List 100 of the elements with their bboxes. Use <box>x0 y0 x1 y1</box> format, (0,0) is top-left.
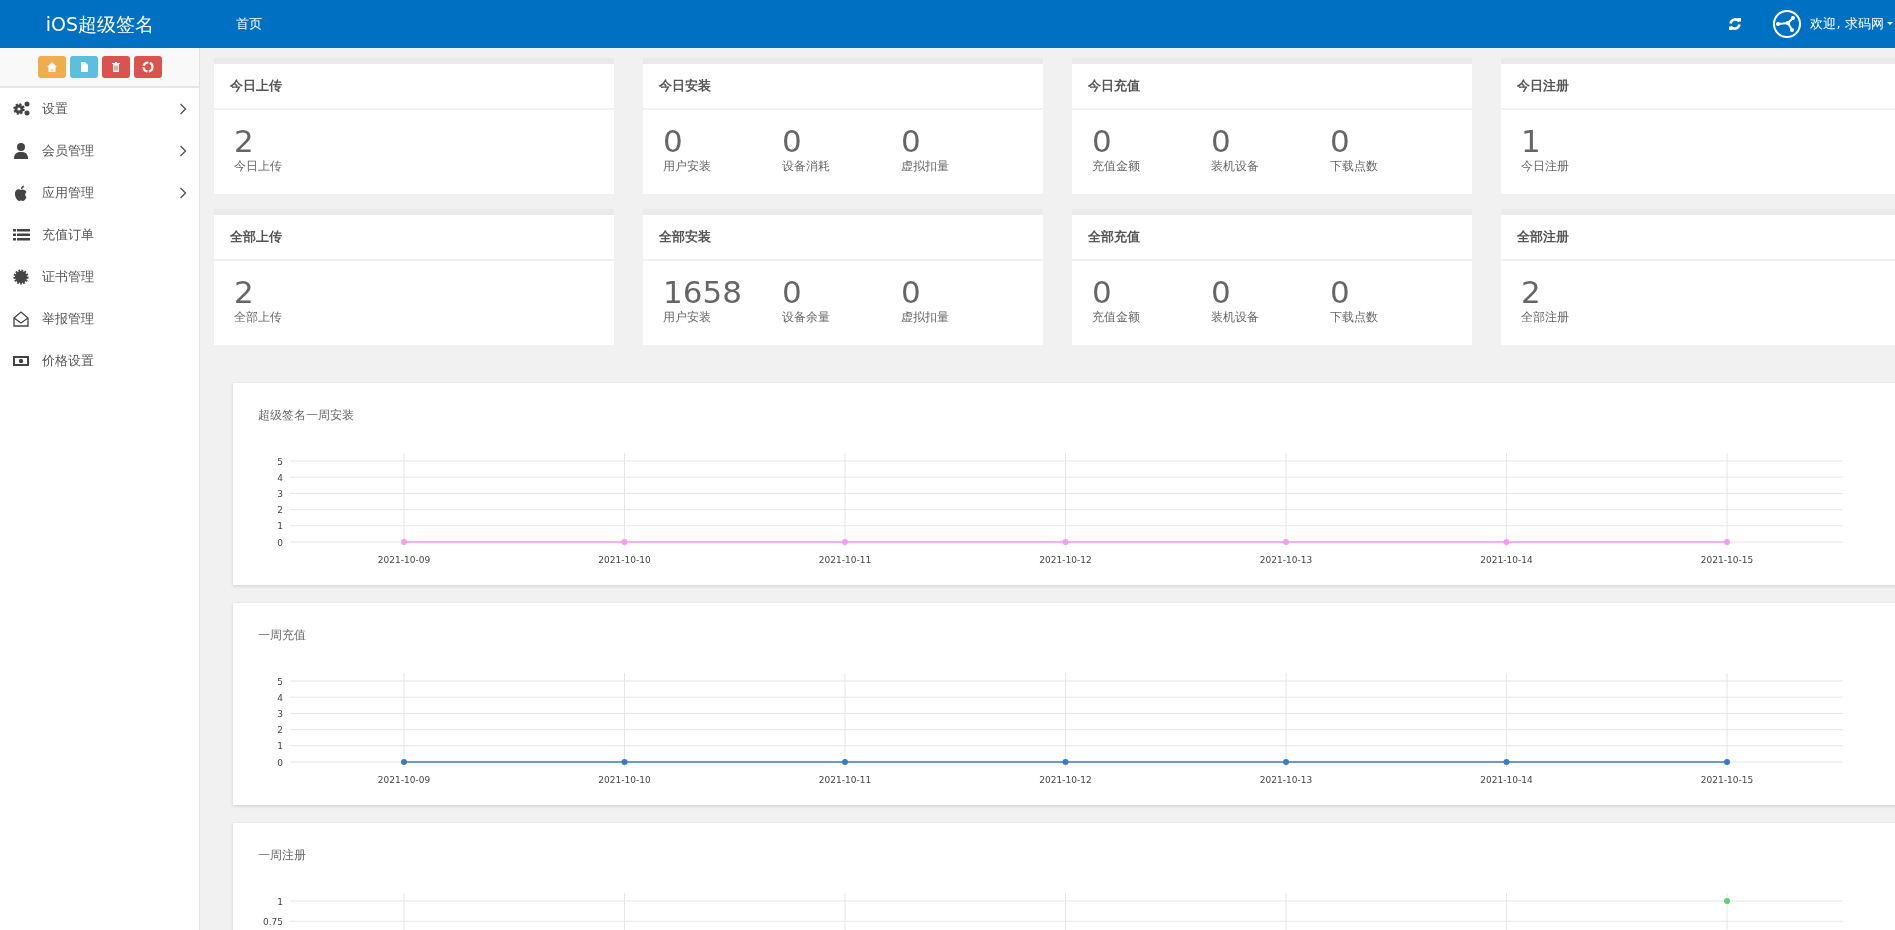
stat-value: 2 <box>1521 275 1542 309</box>
stat-label: 装机设备 <box>1211 309 1260 326</box>
trash-button[interactable] <box>101 56 130 78</box>
recycle-icon <box>141 61 154 73</box>
y-tick-label: 3 <box>277 488 283 499</box>
chart-title: 超级签名一周安装 <box>257 407 355 424</box>
stat-value: 2 <box>234 124 255 158</box>
badge-icon <box>12 268 30 286</box>
x-tick-label: 2021-10-14 <box>1480 555 1533 565</box>
home-icon <box>45 61 58 73</box>
y-tick-label: 5 <box>277 676 283 687</box>
stat-value: 0 <box>1211 275 1232 309</box>
card-title: 全部安装 <box>643 215 1043 261</box>
stat-value: 1 <box>1521 124 1542 158</box>
x-tick-label: 2021-10-11 <box>818 555 872 565</box>
recycle-button[interactable] <box>133 56 162 78</box>
y-tick-label: 0 <box>277 757 283 768</box>
file-button[interactable] <box>69 56 98 78</box>
y-tick-label: 5 <box>277 456 283 467</box>
y-tick-label: 1 <box>277 521 283 532</box>
trash-icon <box>109 61 122 73</box>
x-tick-label: 2021-10-14 <box>1480 775 1533 785</box>
card-title: 今日安装 <box>643 64 1043 110</box>
stat-value: 0 <box>901 124 922 158</box>
stat-label: 用户安装 <box>663 158 712 175</box>
sidebar-item[interactable]: 举报管理 <box>0 298 199 340</box>
stat-label: 虚拟扣量 <box>901 309 950 326</box>
data-point <box>1283 539 1289 545</box>
menu-label: 会员管理 <box>42 142 95 161</box>
card-title: 全部上传 <box>214 215 614 261</box>
stat-label: 用户安装 <box>663 309 712 326</box>
stat-label: 今日上传 <box>234 158 283 175</box>
data-point <box>1062 759 1069 765</box>
stat-label: 全部注册 <box>1521 309 1570 326</box>
data-point <box>1062 539 1069 545</box>
sidebar-item[interactable]: 应用管理 <box>0 172 199 214</box>
chart-title: 一周注册 <box>257 847 307 864</box>
sidebar-item[interactable]: 会员管理 <box>0 130 199 172</box>
stat-value: 1658 <box>663 275 743 309</box>
data-point <box>621 759 628 765</box>
nav-link[interactable]: 首页 <box>236 14 262 34</box>
stat-label: 装机设备 <box>1211 158 1260 175</box>
logo-text: iOS超级签名 <box>44 11 156 37</box>
sidebar-item[interactable]: 充值订单 <box>0 214 199 256</box>
data-point <box>842 539 848 545</box>
data-point <box>1724 539 1730 545</box>
sidebar-item[interactable]: 价格设置 <box>0 340 199 382</box>
card-title: 今日注册 <box>1501 64 1895 110</box>
stat-value: 0 <box>782 275 803 309</box>
data-point <box>1283 759 1289 765</box>
y-tick-label: 2 <box>277 725 283 736</box>
sidebar-item[interactable]: 设置 <box>0 88 199 130</box>
stat-label: 设备余量 <box>782 309 831 326</box>
card-title: 今日上传 <box>214 64 614 110</box>
x-tick-label: 2021-10-13 <box>1259 555 1313 565</box>
stat-label: 充值金额 <box>1092 309 1141 326</box>
data-point <box>621 539 628 545</box>
stat-value: 0 <box>782 124 803 158</box>
x-tick-label: 2021-10-10 <box>598 775 651 785</box>
x-tick-label: 2021-10-11 <box>818 775 872 785</box>
card-title: 今日充值 <box>1072 64 1472 110</box>
gears-icon <box>12 100 30 118</box>
stat-value: 0 <box>1092 124 1113 158</box>
stat-value: 0 <box>1092 275 1113 309</box>
y-tick-label: 4 <box>277 472 283 483</box>
data-point <box>1724 898 1730 904</box>
y-tick-label: 3 <box>277 708 283 719</box>
y-tick-label: 0.75 <box>262 916 283 927</box>
x-tick-label: 2021-10-09 <box>377 555 431 565</box>
x-tick-label: 2021-10-12 <box>1039 555 1092 565</box>
stat-label: 全部上传 <box>234 309 283 326</box>
envelope-icon <box>12 310 30 328</box>
x-tick-label: 2021-10-15 <box>1700 775 1754 785</box>
user-menu[interactable]: 欢迎, 求码网 <box>1810 14 1893 34</box>
stat-label: 设备消耗 <box>782 158 831 175</box>
y-tick-label: 1 <box>277 896 283 907</box>
x-tick-label: 2021-10-12 <box>1039 775 1092 785</box>
data-point <box>1503 759 1510 765</box>
menu-label: 应用管理 <box>42 184 95 203</box>
menu-label: 举报管理 <box>42 310 95 329</box>
data-point <box>842 759 848 765</box>
stat-label: 充值金额 <box>1092 158 1141 175</box>
data-point <box>401 539 407 545</box>
stat-label: 今日注册 <box>1521 158 1570 175</box>
refresh-icon[interactable] <box>1728 17 1743 31</box>
stat-value: 0 <box>1330 124 1351 158</box>
data-point <box>401 759 407 765</box>
stat-value: 0 <box>901 275 922 309</box>
sidebar-item[interactable]: 证书管理 <box>0 256 199 298</box>
stat-value: 0 <box>663 124 684 158</box>
menu-label: 充值订单 <box>42 226 95 245</box>
x-tick-label: 2021-10-10 <box>598 555 651 565</box>
stat-label: 下载点数 <box>1330 309 1379 326</box>
menu-label: 设置 <box>42 100 69 119</box>
data-point <box>1724 759 1730 765</box>
stat-value: 2 <box>234 275 255 309</box>
avatar-icon <box>1772 9 1803 39</box>
menu-label: 证书管理 <box>42 268 95 287</box>
x-tick-label: 2021-10-13 <box>1259 775 1313 785</box>
card-title: 全部注册 <box>1501 215 1895 261</box>
